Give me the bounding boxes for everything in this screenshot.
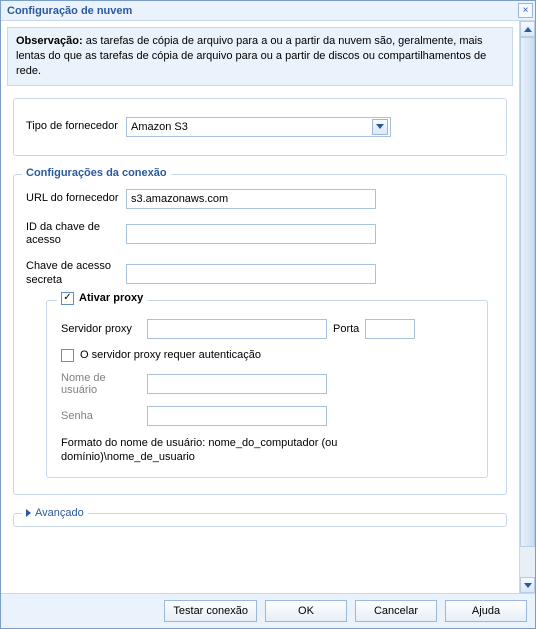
enable-proxy-checkbox[interactable] bbox=[61, 292, 74, 305]
proxy-port-label: Porta bbox=[333, 323, 359, 335]
chevron-down-icon bbox=[372, 119, 388, 135]
proxy-legend: Ativar proxy bbox=[57, 292, 147, 305]
scroll-down-button[interactable] bbox=[520, 577, 535, 593]
ok-button[interactable]: OK bbox=[265, 600, 347, 622]
advanced-legend-text: Avançado bbox=[35, 507, 84, 519]
advanced-group[interactable]: Avançado bbox=[13, 513, 507, 527]
provider-type-value: Amazon S3 bbox=[131, 121, 188, 133]
proxy-server-label: Servidor proxy bbox=[61, 323, 141, 335]
provider-url-input[interactable] bbox=[126, 189, 376, 209]
proxy-username-input[interactable] bbox=[147, 374, 327, 394]
body-area: Observação: as tarefas de cópia de arqui… bbox=[1, 21, 535, 593]
username-format-hint: Formato do nome de usuário: nome_do_comp… bbox=[61, 436, 473, 466]
advanced-legend: Avançado bbox=[22, 507, 88, 519]
access-id-label: ID da chave de acesso bbox=[26, 221, 126, 249]
provider-url-label: URL do fornecedor bbox=[26, 192, 126, 206]
titlebar: Configuração de nuvem × bbox=[1, 1, 535, 21]
proxy-username-label: Nome de usuário bbox=[61, 372, 141, 396]
scroll-thumb[interactable] bbox=[520, 37, 535, 547]
proxy-group: Ativar proxy Servidor proxy Porta O serv… bbox=[46, 300, 488, 479]
vertical-scrollbar[interactable] bbox=[519, 21, 535, 593]
proxy-auth-checkbox[interactable] bbox=[61, 349, 74, 362]
secret-key-input[interactable] bbox=[126, 264, 376, 284]
info-note: Observação: as tarefas de cópia de arqui… bbox=[7, 27, 513, 86]
note-text: as tarefas de cópia de arquivo para a ou… bbox=[16, 35, 486, 77]
button-bar: Testar conexão OK Cancelar Ajuda bbox=[1, 593, 535, 628]
proxy-password-input[interactable] bbox=[147, 406, 327, 426]
connection-legend: Configurações da conexão bbox=[22, 167, 171, 179]
scroll-up-button[interactable] bbox=[520, 21, 535, 37]
window-title: Configuração de nuvem bbox=[7, 5, 132, 17]
access-id-input[interactable] bbox=[126, 224, 376, 244]
enable-proxy-label: Ativar proxy bbox=[79, 292, 143, 304]
note-bold: Observação: bbox=[16, 35, 83, 47]
proxy-auth-label: O servidor proxy requer autenticação bbox=[80, 349, 261, 361]
proxy-password-label: Senha bbox=[61, 410, 141, 422]
proxy-port-input[interactable] bbox=[365, 319, 415, 339]
secret-key-label: Chave de acesso secreta bbox=[26, 260, 126, 288]
connection-group: Configurações da conexão URL do forneced… bbox=[13, 174, 507, 496]
help-button[interactable]: Ajuda bbox=[445, 600, 527, 622]
proxy-server-input[interactable] bbox=[147, 319, 327, 339]
provider-type-label: Tipo de fornecedor bbox=[26, 120, 126, 134]
expand-icon bbox=[26, 509, 31, 517]
dialog-window: Configuração de nuvem × Observação: as t… bbox=[0, 0, 536, 629]
cancel-button[interactable]: Cancelar bbox=[355, 600, 437, 622]
close-button[interactable]: × bbox=[518, 3, 533, 18]
content-pane: Observação: as tarefas de cópia de arqui… bbox=[1, 21, 519, 593]
test-connection-button[interactable]: Testar conexão bbox=[164, 600, 257, 622]
provider-group: Tipo de fornecedor Amazon S3 bbox=[13, 98, 507, 156]
provider-type-select[interactable]: Amazon S3 bbox=[126, 117, 391, 137]
